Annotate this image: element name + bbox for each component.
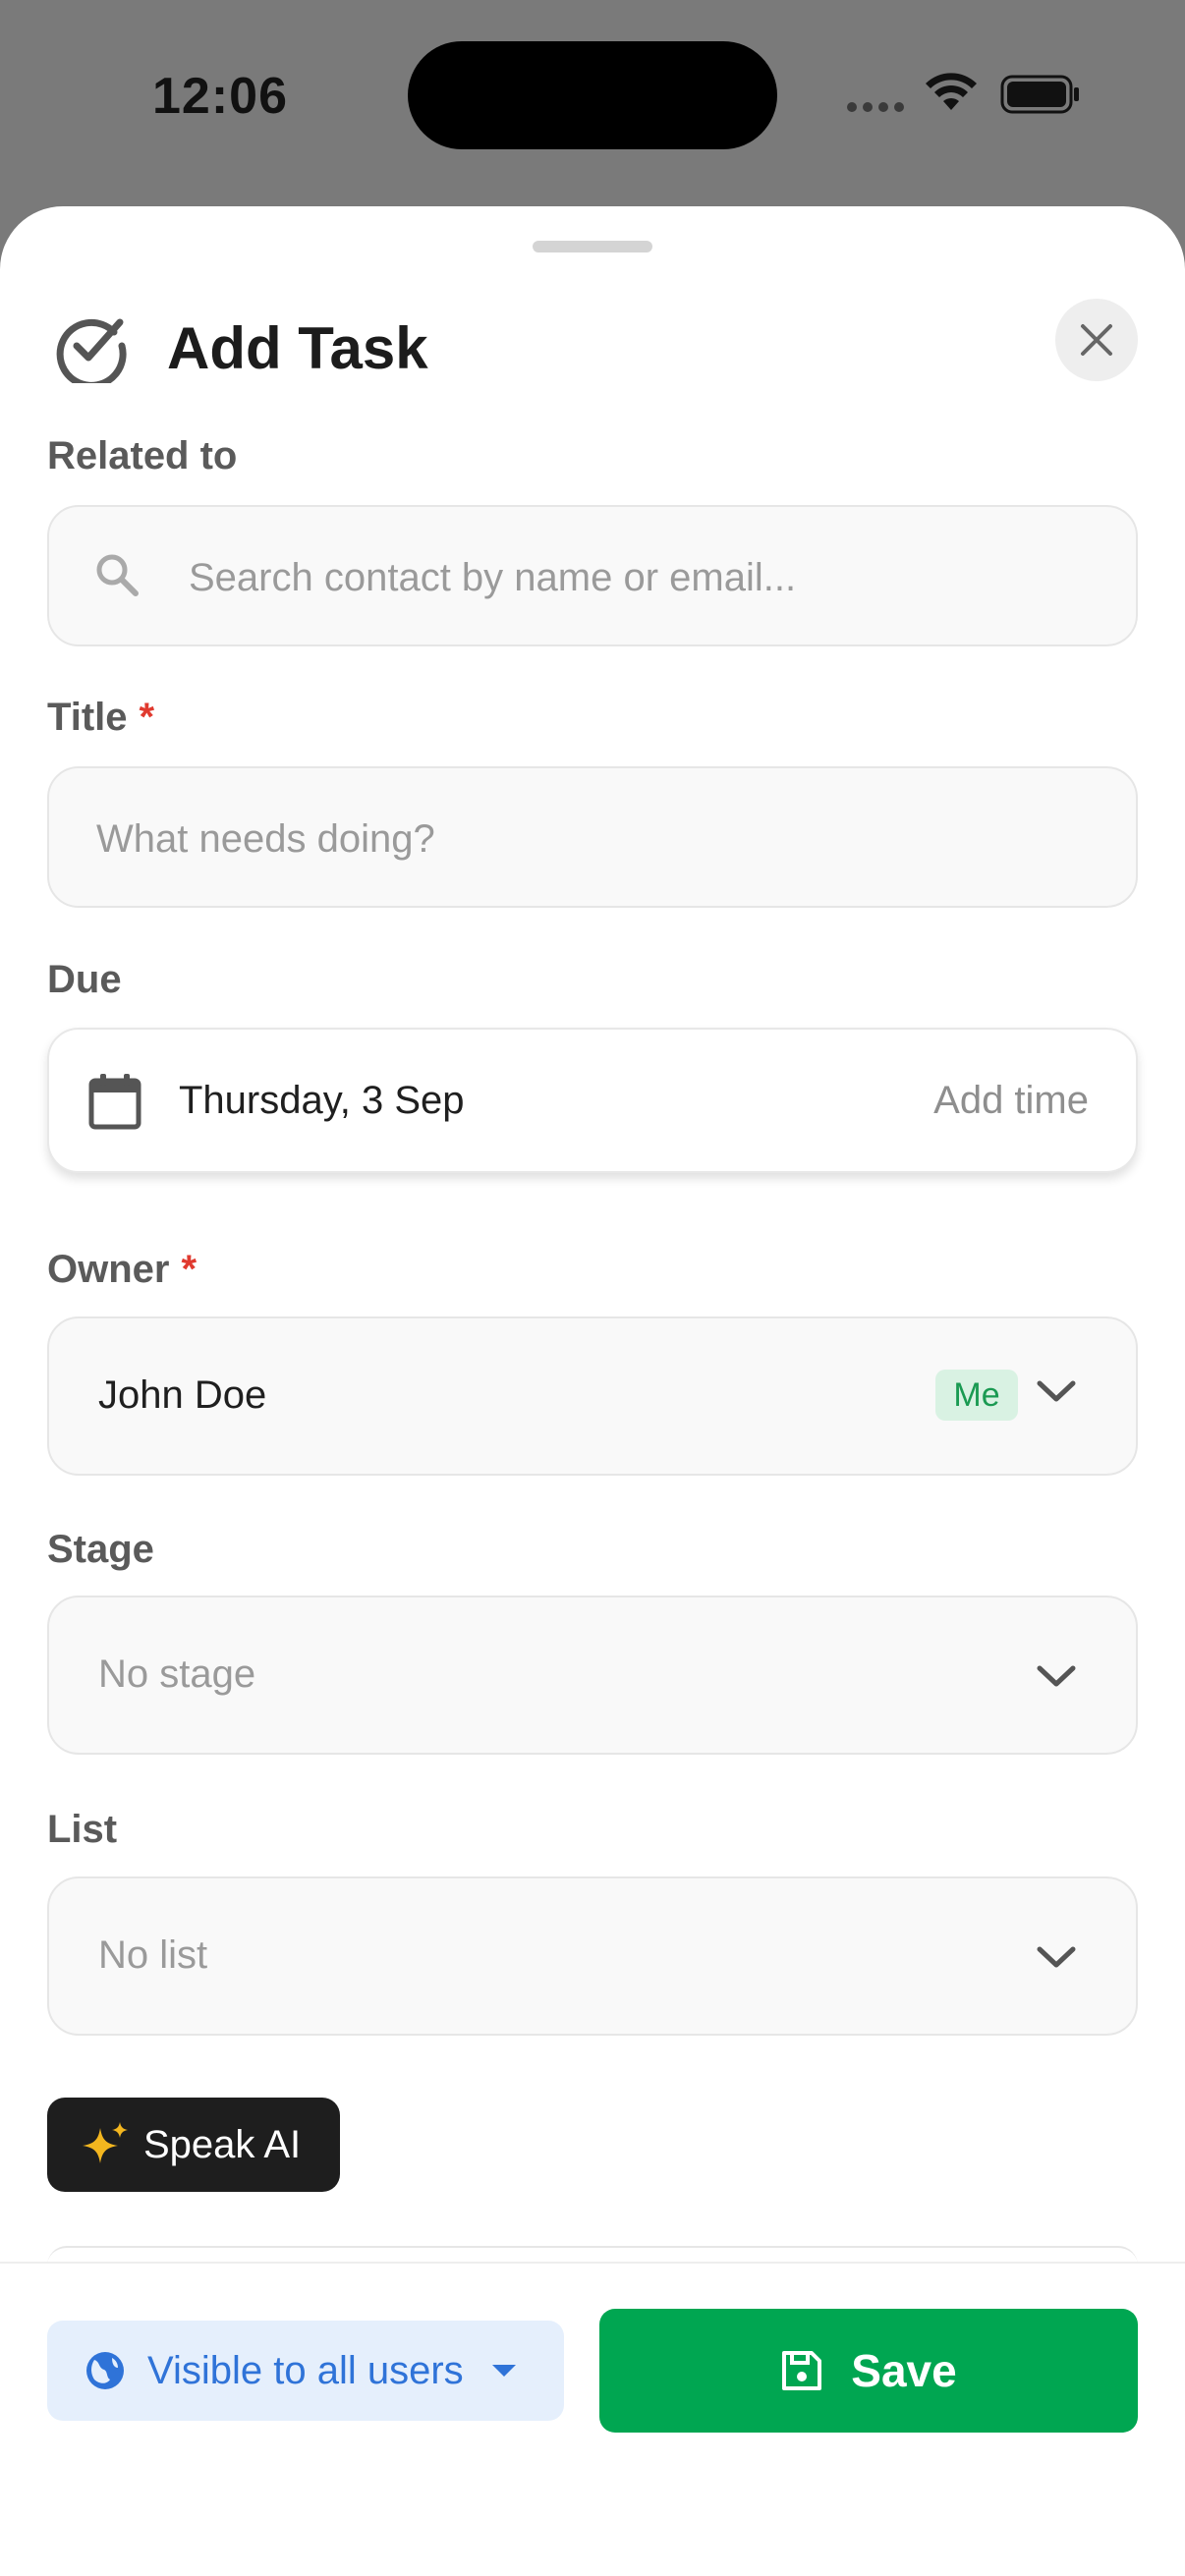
required-mark: * bbox=[181, 1248, 198, 1291]
save-icon bbox=[782, 2351, 822, 2390]
globe-icon bbox=[86, 2352, 124, 2389]
due-date-value: Thursday, 3 Sep bbox=[179, 1079, 465, 1122]
list-label: List bbox=[47, 1808, 118, 1851]
chevron-down-icon bbox=[1037, 1380, 1076, 1402]
save-label: Save bbox=[851, 2345, 957, 2396]
page-title: Add Task bbox=[167, 315, 428, 381]
wifi-icon bbox=[926, 73, 977, 110]
status-bar: 12:06 bbox=[0, 0, 1185, 196]
sheet-header: Add Task bbox=[47, 299, 1138, 407]
due-label: Due bbox=[47, 958, 122, 1001]
owner-value: John Doe bbox=[98, 1373, 267, 1417]
list-value: No list bbox=[98, 1933, 208, 1977]
due-date-field[interactable]: Thursday, 3 Sep Add time bbox=[47, 1028, 1138, 1173]
visibility-dropdown[interactable]: Visible to all users bbox=[47, 2321, 564, 2421]
signal-icon bbox=[847, 102, 904, 112]
close-icon bbox=[1081, 324, 1112, 356]
next-field-peek bbox=[47, 2246, 1138, 2266]
chevron-down-icon bbox=[1037, 1946, 1076, 1968]
title-placeholder: What needs doing? bbox=[96, 817, 435, 861]
speak-ai-button[interactable]: Speak AI bbox=[47, 2098, 340, 2192]
add-time-link[interactable]: Add time bbox=[933, 1079, 1089, 1123]
add-task-sheet: Add Task Related to Search contact by na… bbox=[0, 206, 1185, 2576]
battery-icon bbox=[1000, 75, 1079, 114]
status-time: 12:06 bbox=[152, 68, 288, 125]
stage-value: No stage bbox=[98, 1652, 256, 1696]
search-placeholder: Search contact by name or email... bbox=[189, 556, 797, 599]
close-button[interactable] bbox=[1055, 299, 1138, 381]
sparkle-icon bbox=[83, 2122, 128, 2163]
title-input[interactable]: What needs doing? bbox=[47, 766, 1138, 908]
chevron-down-icon bbox=[1037, 1665, 1076, 1687]
title-label: Title * bbox=[47, 696, 155, 739]
sheet-footer: Visible to all users Save bbox=[0, 2264, 1185, 2576]
stage-label: Stage bbox=[47, 1528, 154, 1571]
sheet-grabber[interactable] bbox=[533, 241, 652, 252]
list-select[interactable]: No list bbox=[47, 1876, 1138, 2036]
owner-select[interactable]: John Doe Me bbox=[47, 1316, 1138, 1476]
task-check-icon bbox=[56, 318, 127, 383]
dynamic-island bbox=[408, 41, 777, 149]
search-icon bbox=[96, 554, 139, 596]
owner-label: Owner * bbox=[47, 1248, 198, 1291]
caret-down-icon bbox=[491, 2365, 516, 2377]
required-mark: * bbox=[139, 696, 155, 739]
related-label: Related to bbox=[47, 434, 238, 477]
save-button[interactable]: Save bbox=[599, 2309, 1138, 2433]
visibility-label: Visible to all users bbox=[147, 2348, 464, 2392]
stage-select[interactable]: No stage bbox=[47, 1596, 1138, 1755]
calendar-icon bbox=[88, 1074, 141, 1130]
speak-ai-label: Speak AI bbox=[143, 2122, 302, 2166]
related-search-input[interactable]: Search contact by name or email... bbox=[47, 505, 1138, 646]
me-badge: Me bbox=[935, 1370, 1018, 1421]
